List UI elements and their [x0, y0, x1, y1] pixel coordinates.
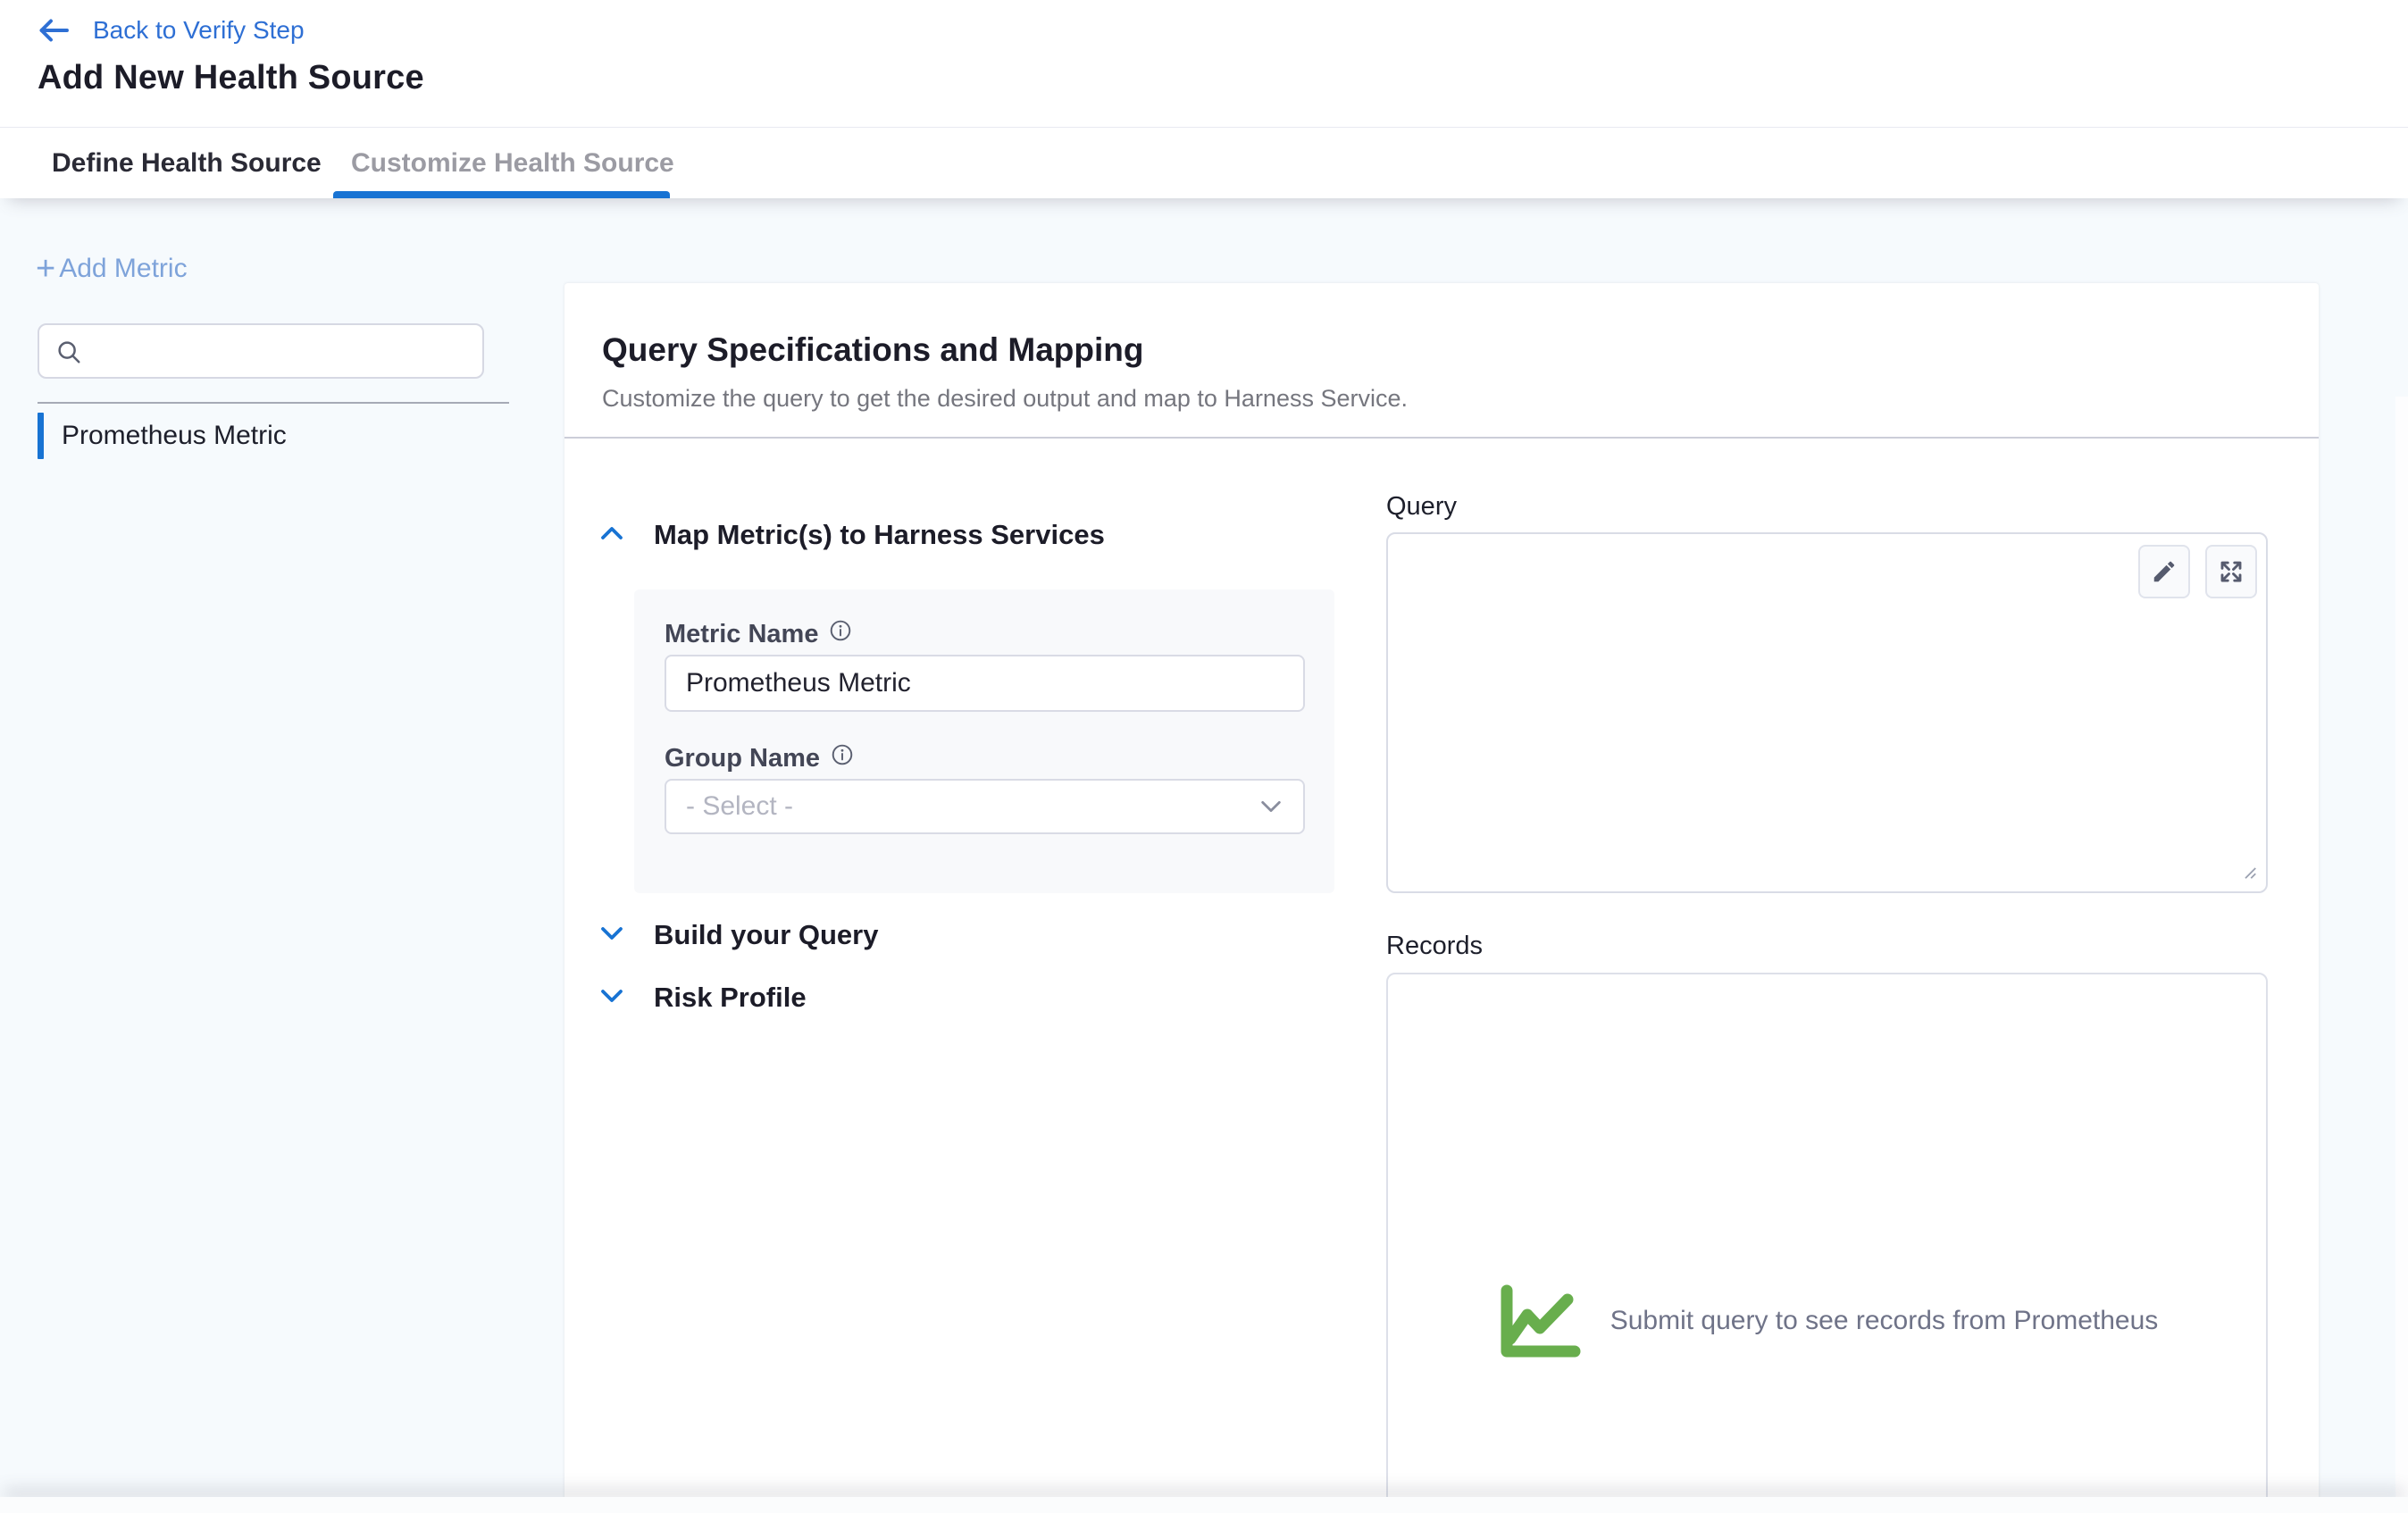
arrow-left-icon — [38, 17, 70, 44]
build-query-section-title: Build your Query — [654, 919, 878, 951]
chevron-down-icon — [598, 984, 625, 1012]
records-panel: Submit query to see records from Prometh… — [1386, 973, 2268, 1513]
metric-search-input[interactable] — [95, 325, 473, 377]
chevron-down-icon — [598, 922, 625, 949]
back-button[interactable]: Back to Verify Step — [38, 16, 305, 45]
pencil-icon — [2151, 558, 2178, 585]
metric-search-box — [38, 323, 484, 379]
selected-metric-bar — [38, 413, 44, 459]
records-empty-state: Submit query to see records from Prometh… — [1496, 1283, 2159, 1358]
query-specifications-panel: Query Specifications and Mapping Customi… — [564, 283, 2319, 1513]
metric-item-label: Prometheus Metric — [62, 421, 287, 451]
bottom-bar — [0, 1497, 2408, 1513]
group-name-label-text: Group Name — [665, 744, 820, 773]
chevron-down-icon — [1258, 798, 1283, 815]
metric-name-label-text: Metric Name — [665, 620, 818, 649]
metrics-sidebar: + Add Metric Prometheus Metric — [0, 198, 564, 1513]
edit-query-button[interactable] — [2138, 545, 2190, 598]
group-name-select[interactable]: - Select - — [665, 779, 1305, 834]
active-tab-underline — [333, 191, 670, 198]
metric-name-input[interactable] — [665, 655, 1305, 712]
expand-query-button[interactable] — [2205, 545, 2257, 598]
panel-subtitle: Customize the query to get the desired o… — [602, 385, 1408, 413]
metric-name-label: Metric Name — [665, 619, 852, 649]
sidebar-divider — [38, 402, 509, 404]
records-empty-message: Submit query to see records from Prometh… — [1610, 1306, 2159, 1336]
line-chart-icon — [1496, 1283, 1585, 1358]
tab-customize-health-source[interactable]: Customize Health Source — [351, 128, 674, 198]
query-textarea[interactable] — [1388, 534, 2266, 891]
wizard-tabbar: Define Health Source Customize Health So… — [0, 127, 2408, 198]
info-icon[interactable] — [831, 743, 854, 773]
panel-title: Query Specifications and Mapping — [602, 331, 1144, 369]
add-metric-button[interactable]: + Add Metric — [36, 254, 188, 284]
query-editor-box — [1386, 532, 2268, 893]
records-label: Records — [1386, 932, 1483, 961]
query-actions — [2138, 545, 2257, 598]
map-metrics-section-title: Map Metric(s) to Harness Services — [654, 519, 1105, 551]
expand-icon — [2218, 558, 2245, 585]
risk-profile-section-title: Risk Profile — [654, 982, 807, 1014]
query-label: Query — [1386, 492, 1457, 522]
plus-icon: + — [36, 255, 55, 282]
tab-define-label: Define Health Source — [52, 148, 322, 179]
content-area: + Add Metric Prometheus Metric Query — [0, 198, 2408, 1513]
panel-divider — [564, 437, 2319, 439]
risk-profile-section-header[interactable]: Risk Profile — [598, 982, 807, 1014]
add-health-source-page: Back to Verify Step Add New Health Sourc… — [0, 0, 2408, 1513]
build-query-section-header[interactable]: Build your Query — [598, 919, 878, 951]
info-icon[interactable] — [829, 619, 852, 649]
group-name-placeholder: - Select - — [666, 791, 1258, 822]
resize-handle-icon[interactable] — [2241, 864, 2259, 886]
add-metric-label: Add Metric — [59, 254, 187, 284]
page-title: Add New Health Source — [38, 59, 424, 97]
chevron-up-icon — [598, 522, 625, 549]
page-header: Back to Verify Step Add New Health Sourc… — [0, 0, 2408, 127]
metric-mapping-card: Metric Name Group Name — [634, 589, 1334, 893]
back-label: Back to Verify Step — [93, 16, 305, 45]
group-name-label: Group Name — [665, 743, 854, 773]
metric-list-item[interactable]: Prometheus Metric — [38, 413, 509, 459]
scrollbar-gutter[interactable] — [2395, 397, 2408, 1513]
map-metrics-section-header[interactable]: Map Metric(s) to Harness Services — [598, 519, 1105, 551]
tab-customize-label: Customize Health Source — [351, 148, 674, 179]
tab-define-health-source[interactable]: Define Health Source — [52, 128, 322, 198]
